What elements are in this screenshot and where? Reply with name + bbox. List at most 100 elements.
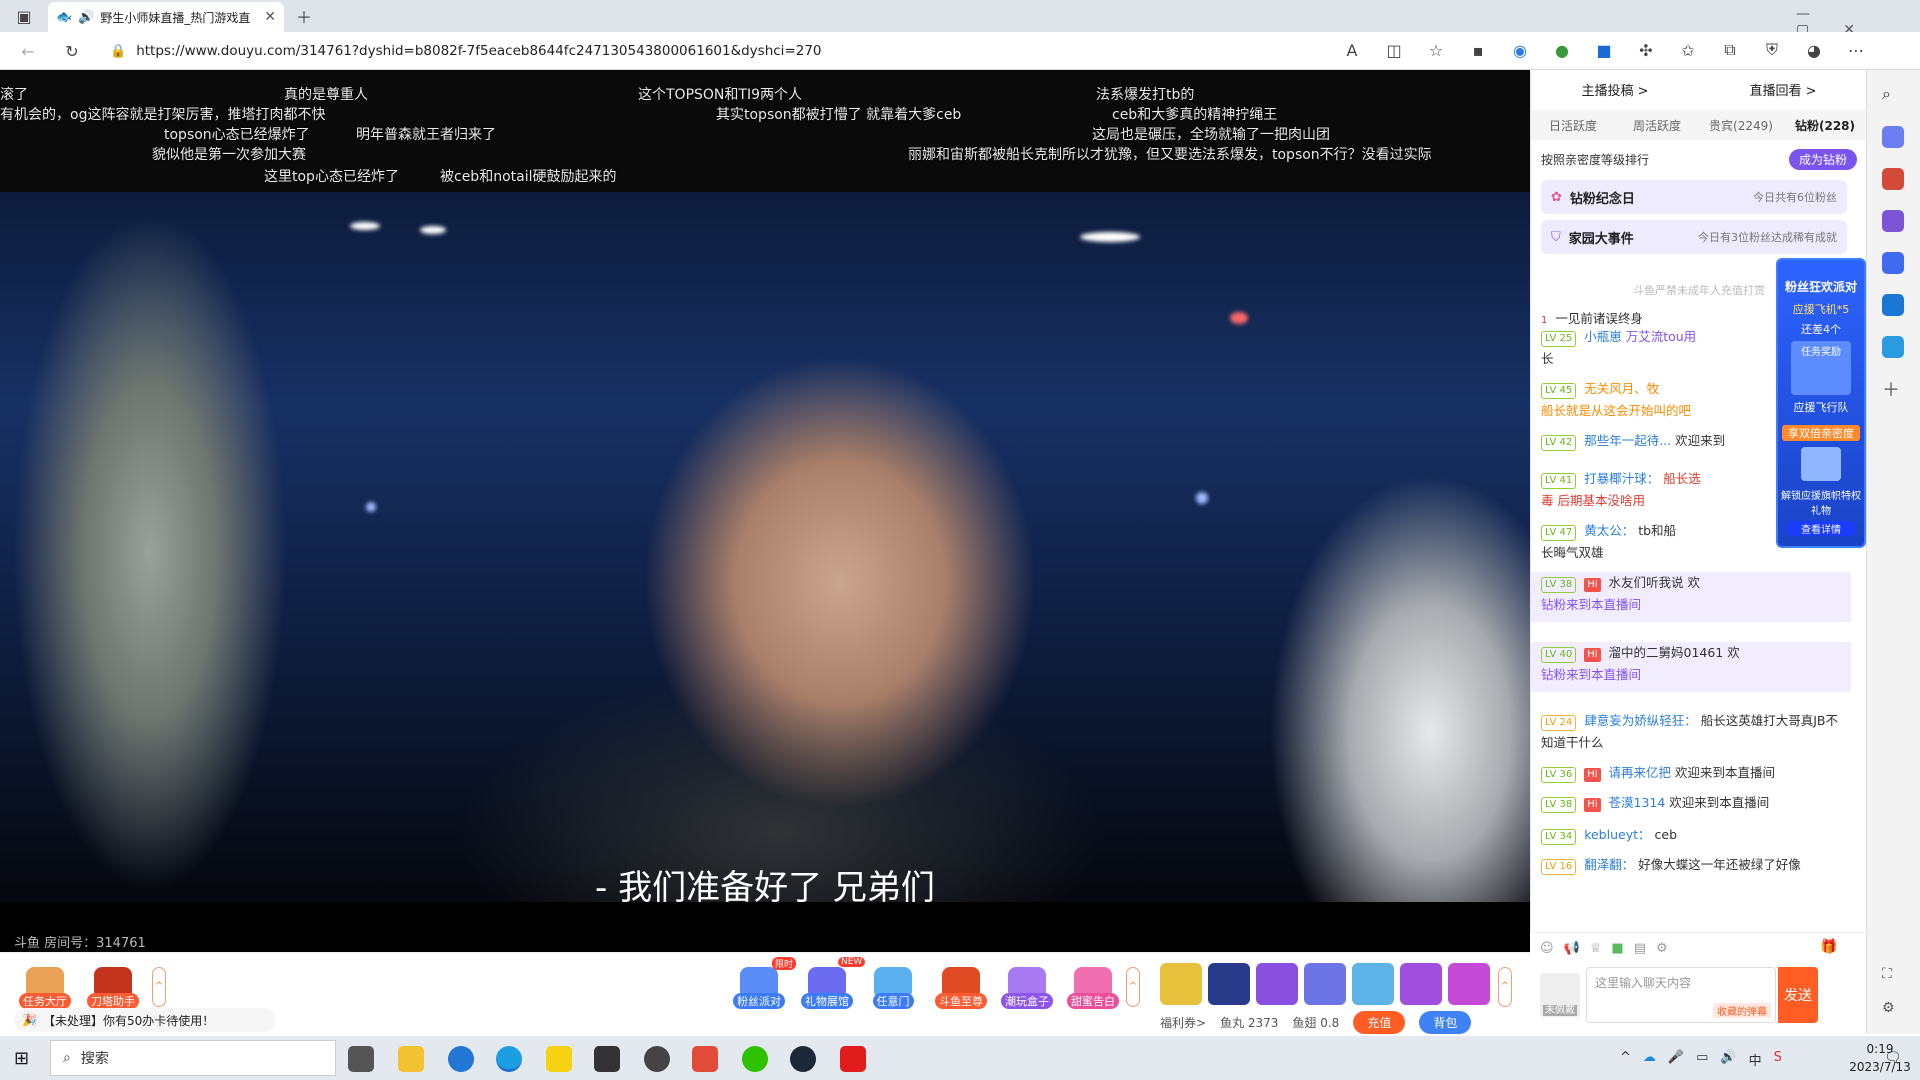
wechat-icon[interactable] (742, 1046, 768, 1072)
gift-card-icon[interactable] (1304, 963, 1346, 1005)
favorites-icon[interactable]: ✩ (1676, 38, 1700, 62)
steam-icon[interactable] (790, 1046, 816, 1072)
screenshot-icon[interactable]: ⛶ (1882, 966, 1904, 988)
tower-helper-button[interactable]: 刀塔助手 (82, 959, 144, 1009)
wps-icon[interactable] (840, 1046, 866, 1072)
send-button[interactable]: 发送 (1778, 967, 1818, 1023)
potplayer-icon[interactable] (546, 1046, 572, 1072)
shield-icon[interactable]: ⛨ (1760, 38, 1784, 62)
split-screen-icon[interactable]: ◫ (1382, 38, 1406, 62)
read-aloud-icon[interactable]: A (1340, 38, 1364, 62)
chat-username[interactable]: 苍漠1314 (1609, 795, 1666, 810)
red-app-icon[interactable] (692, 1046, 718, 1072)
tray-chevron-icon[interactable]: ^ (1620, 1050, 1631, 1069)
gift-trophy-icon[interactable] (1400, 963, 1442, 1005)
chat-username[interactable]: 水友们听我说 (1609, 575, 1684, 590)
ime-indicator[interactable]: 中 (1749, 1050, 1762, 1069)
emoji-icon[interactable]: ☺ (1540, 941, 1554, 956)
expand-arrow-icon[interactable]: ^ (1498, 967, 1512, 1007)
edge-browser-icon[interactable] (496, 1046, 522, 1072)
add-icon[interactable]: ＋ (1882, 376, 1904, 401)
replay-link[interactable]: 直播回看 > (1749, 80, 1816, 99)
become-fan-button[interactable]: 成为钻粉 (1788, 148, 1857, 170)
chat-username[interactable]: 小瓶崽 (1584, 329, 1622, 344)
gift-rocket-icon[interactable] (1160, 963, 1202, 1005)
gift-plane-icon[interactable] (1256, 963, 1298, 1005)
expand-arrow-icon[interactable]: ^ (152, 967, 166, 1007)
taskbar-search[interactable]: ⌕ 搜索 (50, 1040, 336, 1076)
promo-task-reward[interactable]: 任务奖励 (1791, 341, 1851, 395)
fan-party-promo-widget[interactable]: 粉丝狂欢派对 应援飞机*5 还差4个 任务奖励 应援飞行队 享双倍亲密度 解锁应… (1776, 258, 1866, 548)
trendy-box-button[interactable]: 潮玩盒子 (996, 959, 1058, 1009)
unworn-badge[interactable]: 未佩戴 (1540, 973, 1580, 1017)
extensions-puzzle-icon[interactable]: ✣ (1634, 38, 1658, 62)
taskbar-clock[interactable]: 0:19 2023/7/13 (1840, 1040, 1920, 1076)
chat-username[interactable]: 一见前诸误终身 (1555, 311, 1643, 326)
gift-wand-icon[interactable] (1208, 963, 1250, 1005)
back-icon[interactable]: ← (16, 39, 40, 63)
file-explorer-icon[interactable] (398, 1046, 424, 1072)
feather-app-icon[interactable] (594, 1046, 620, 1072)
gift-sword-icon[interactable] (1448, 963, 1490, 1005)
task-hall-button[interactable]: 任务大厅 (14, 959, 76, 1009)
disk-app-icon[interactable] (644, 1046, 670, 1072)
close-tab-icon[interactable]: ✕ (264, 9, 276, 25)
crown-outline-icon[interactable]: ♕ (1590, 941, 1602, 956)
favorite-star-icon[interactable]: ☆ (1424, 38, 1448, 62)
sweet-confession-button[interactable]: 甜蜜告白 (1062, 959, 1124, 1009)
new-tab-icon[interactable]: ＋ (292, 4, 316, 28)
horn-icon[interactable]: 📢 (1564, 941, 1580, 956)
douyu-supreme-button[interactable]: 斗鱼至尊 (930, 959, 992, 1009)
games-icon[interactable] (1882, 210, 1904, 232)
briefcase-icon[interactable] (1882, 168, 1904, 190)
chat-username[interactable]: 打暴椰汁球： (1584, 471, 1659, 486)
outlook-icon[interactable] (1882, 294, 1904, 316)
gift-crystal-icon[interactable] (1352, 963, 1394, 1005)
home-event[interactable]: ⛉ 家园大事件 今日有3位粉丝达成稀有成就 (1541, 220, 1847, 254)
chat-username[interactable]: keblueyt： (1584, 827, 1650, 842)
mic-icon[interactable]: 🎤 (1668, 1050, 1684, 1069)
collections-icon[interactable]: ⧉ (1718, 38, 1742, 62)
office-icon[interactable] (1882, 252, 1904, 274)
volume-icon[interactable]: 🔊 (1720, 1050, 1736, 1069)
url-field[interactable]: 🔒 https://www.douyu.com/314761?dyshid=b8… (110, 36, 1370, 66)
extension-blue-icon[interactable]: ◉ (1508, 38, 1532, 62)
fan-anniversary-event[interactable]: ✿ 钻粉纪念日 今日共有6位粉丝 (1541, 180, 1847, 214)
barrage-style-icon[interactable]: ▤ (1634, 941, 1646, 956)
windows-start-icon[interactable]: ⊞ (14, 1048, 29, 1069)
saved-barrage-button[interactable]: 收藏的弹幕 (1713, 1003, 1771, 1018)
notice-bar[interactable]: 🎉 【未处理】你有50办卡待使用！ (14, 1008, 276, 1032)
chat-username[interactable]: 无关风月、牧 (1584, 381, 1659, 396)
extension-green-icon[interactable]: ● (1550, 38, 1574, 62)
onedrive-icon[interactable]: ☁ (1643, 1050, 1656, 1069)
more-menu-icon[interactable]: ⋯ (1844, 38, 1868, 62)
chat-username[interactable]: 黄太公： (1584, 523, 1634, 538)
tab-actions-icon[interactable]: ▣ (12, 4, 36, 28)
notification-icon[interactable]: 🗨 (1884, 1050, 1902, 1066)
send-icon[interactable] (1882, 336, 1904, 358)
search-icon[interactable]: ⌕ (1882, 84, 1904, 106)
chat-username[interactable]: 肆意妄为娇纵轻狂： (1584, 713, 1697, 728)
chat-username[interactable]: 翻泽翻： (1584, 857, 1634, 872)
host-submit-link[interactable]: 主播投稿 > (1581, 80, 1648, 99)
k-app-icon[interactable] (448, 1046, 474, 1072)
refresh-icon[interactable]: ↻ (60, 39, 84, 63)
chat-username[interactable]: 请再来亿把 (1609, 765, 1672, 780)
extension-k-icon[interactable]: ■ (1592, 38, 1616, 62)
any-door-button[interactable]: 任意门 (862, 959, 924, 1009)
chat-username[interactable]: 溜中的二舅妈01461 (1609, 645, 1724, 660)
sogou-icon[interactable]: S (1774, 1050, 1782, 1069)
task-view-icon[interactable] (348, 1046, 374, 1072)
gift-box-icon[interactable]: 🎁 (1820, 939, 1837, 955)
welfare-link[interactable]: 福利券> (1160, 1014, 1206, 1031)
fan-badge-icon[interactable]: ■ (1611, 941, 1623, 956)
profile-avatar-icon[interactable]: ◕ (1802, 38, 1826, 62)
tab-daily[interactable]: 日活跃度 (1531, 117, 1615, 134)
chat-input-field[interactable]: 这里输入聊天内容 收藏的弹幕 (1586, 967, 1776, 1023)
tab-weekly[interactable]: 周活跃度 (1615, 117, 1699, 134)
expand-arrow-icon[interactable]: ^ (1126, 967, 1140, 1007)
video-player[interactable]: 滚了 真的是尊重人 这个TOPSON和TI9两个人 法系爆发打tb的 有机会的，… (0, 70, 1530, 952)
backpack-button[interactable]: 背包 (1419, 1010, 1472, 1034)
tab-vip[interactable]: 贵宾(2249) (1699, 117, 1783, 134)
network-icon[interactable]: ▭ (1696, 1050, 1708, 1069)
